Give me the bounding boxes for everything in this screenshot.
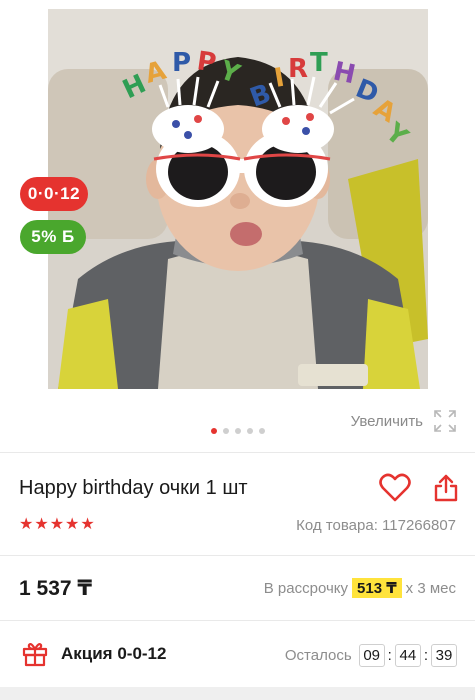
heart-icon — [379, 473, 411, 502]
favorite-button[interactable] — [377, 470, 413, 506]
gallery-pagination — [0, 428, 475, 434]
zoom-label: Увеличить — [350, 412, 423, 430]
star-icon: ★ — [80, 516, 95, 533]
product-title: Happy birthday очки 1 шт — [19, 477, 248, 499]
product-image[interactable]: H A P P Y B I R T H D A Y — [48, 9, 428, 389]
product-price: 1 537 ₸ — [19, 577, 92, 600]
bonus-badge: 5% Б — [20, 220, 86, 254]
divider — [0, 452, 475, 453]
product-photo-illustration: H A P P Y B I R T H D A Y — [48, 9, 428, 389]
installment-amount: 513 ₸ — [352, 578, 402, 598]
svg-text:P: P — [172, 48, 191, 78]
promo-label: Акция 0-0-12 — [61, 644, 167, 663]
svg-text:R: R — [288, 54, 308, 84]
divider — [0, 620, 475, 621]
share-button[interactable] — [431, 470, 461, 506]
star-icon: ★ — [49, 516, 65, 533]
gallery-dot[interactable] — [222, 428, 229, 434]
product-code: Код товара: 117266807 — [296, 517, 456, 534]
promo-countdown: Осталось 09 : 44 : 39 — [285, 644, 457, 667]
gift-icon — [22, 643, 48, 667]
countdown-hours: 09 — [358, 644, 385, 667]
gallery-dot[interactable] — [210, 428, 217, 434]
gallery-dot[interactable] — [258, 428, 265, 434]
countdown-label: Осталось — [284, 647, 352, 664]
star-icon: ★ — [34, 516, 49, 533]
star-icon: ★ — [65, 516, 80, 533]
promo-row[interactable]: Акция 0-0-12 — [22, 641, 166, 667]
countdown-minutes: 44 — [394, 644, 421, 667]
countdown-separator: : — [423, 647, 428, 664]
divider — [0, 555, 475, 556]
gallery-dot[interactable] — [246, 428, 253, 434]
installment-term: х 3 мес — [405, 579, 456, 597]
rating-stars: ★ ★ ★ ★ ★ — [19, 517, 95, 533]
gallery-dot[interactable] — [234, 428, 241, 434]
section-gap — [0, 687, 475, 700]
bonus-badge-label: 5% Б — [31, 227, 75, 246]
star-icon: ★ — [19, 516, 34, 533]
installment-badge-label: 0·0·12 — [27, 184, 81, 203]
installment-badge: 0·0·12 — [20, 177, 88, 211]
share-icon — [434, 474, 458, 502]
countdown-seconds: 39 — [431, 644, 457, 667]
installment-prefix: В рассрочку — [263, 579, 349, 597]
installment-info[interactable]: В рассрочку 513 ₸ х 3 мес — [264, 578, 456, 598]
svg-text:T: T — [310, 48, 328, 78]
countdown-separator: : — [387, 647, 392, 664]
